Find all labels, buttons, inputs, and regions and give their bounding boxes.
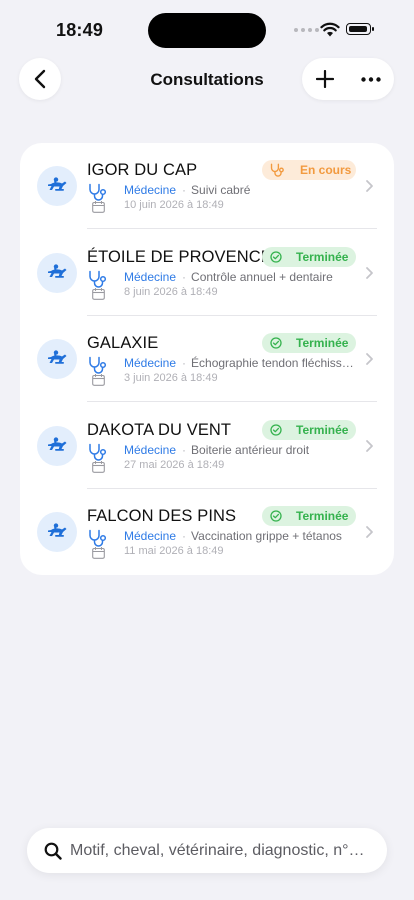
more-options-button[interactable] bbox=[348, 58, 394, 100]
checkmark-circle-icon bbox=[270, 335, 282, 351]
status-badge: Terminée bbox=[262, 246, 356, 267]
consultation-row[interactable]: ÉTOILE DE PROVENCE Terminée Médecine · C… bbox=[20, 230, 394, 316]
consultation-date: 8 juin 2026 à 18:49 bbox=[124, 285, 218, 298]
consultation-row[interactable]: IGOR DU CAP En cours Médecine · Suivi ca… bbox=[20, 143, 394, 229]
consultation-type: Médecine bbox=[124, 356, 177, 371]
status-badge: Terminée bbox=[262, 419, 356, 440]
chevron-right-icon bbox=[366, 180, 373, 192]
consultation-row[interactable]: FALCON DES PINS Terminée Médecine · Vacc… bbox=[20, 489, 394, 575]
chevron-right-icon bbox=[366, 266, 373, 279]
horse-rider-icon bbox=[37, 512, 77, 553]
consultation-motif: Vaccination grippe + tétanos bbox=[191, 529, 342, 544]
calendar-icon bbox=[92, 547, 105, 560]
calendar-icon bbox=[92, 374, 105, 387]
cellular-signal-icon bbox=[294, 28, 319, 32]
checkmark-circle-icon bbox=[270, 508, 282, 524]
checkmark-circle-icon bbox=[270, 249, 282, 265]
calendar-icon bbox=[92, 287, 105, 300]
checkmark-circle-icon bbox=[270, 422, 282, 438]
chevron-right-icon bbox=[366, 526, 373, 539]
status-badge: Terminée bbox=[262, 506, 356, 527]
consultation-date: 3 juin 2026 à 18:49 bbox=[124, 372, 218, 385]
search-input[interactable] bbox=[70, 828, 375, 873]
dynamic-island bbox=[148, 13, 266, 48]
consultation-motif: Échographie tendon fléchiss… bbox=[191, 356, 354, 371]
meta-separator: · bbox=[182, 442, 187, 457]
meta-separator: · bbox=[182, 356, 187, 371]
consultation-date: 27 mai 2026 à 18:49 bbox=[124, 458, 225, 471]
horse-name: DAKOTA DU VENT bbox=[87, 420, 232, 439]
consultation-type: Médecine bbox=[124, 442, 177, 457]
horse-rider-icon bbox=[37, 339, 77, 380]
plus-icon bbox=[316, 70, 334, 88]
stethoscope-icon bbox=[89, 530, 107, 548]
consultation-type: Médecine bbox=[124, 183, 177, 197]
chevron-right-icon bbox=[366, 353, 373, 366]
wifi-icon bbox=[320, 22, 340, 37]
horse-rider-icon bbox=[37, 425, 77, 466]
calendar-icon bbox=[92, 460, 105, 473]
status-bar: 18:49 bbox=[0, 0, 414, 60]
consultation-type: Médecine bbox=[124, 269, 177, 284]
status-label: Terminée bbox=[296, 336, 349, 351]
nav-actions-group bbox=[302, 58, 394, 100]
status-label: Terminée bbox=[296, 509, 349, 524]
consultation-type: Médecine bbox=[124, 529, 177, 544]
horse-rider-icon bbox=[37, 252, 77, 293]
search-bar bbox=[27, 828, 387, 873]
meta-separator: · bbox=[182, 183, 187, 197]
add-consultation-button[interactable] bbox=[302, 58, 348, 100]
meta-separator: · bbox=[182, 269, 187, 284]
calendar-icon bbox=[92, 201, 105, 213]
battery-icon bbox=[346, 23, 374, 35]
status-label: Terminée bbox=[296, 249, 349, 264]
consultation-row[interactable]: DAKOTA DU VENT Terminée Médecine · Boite… bbox=[20, 403, 394, 489]
consultation-date: 10 juin 2026 à 18:49 bbox=[124, 199, 224, 211]
consultation-motif: Suivi cabré bbox=[191, 183, 251, 197]
ellipsis-icon bbox=[361, 76, 381, 82]
consultation-date: 11 mai 2026 à 18:49 bbox=[124, 545, 224, 558]
consultation-list: IGOR DU CAP En cours Médecine · Suivi ca… bbox=[20, 143, 394, 575]
consultation-motif: Boiterie antérieur droit bbox=[191, 442, 310, 457]
horse-name: FALCON DES PINS bbox=[87, 507, 237, 526]
stethoscope-icon bbox=[89, 443, 107, 461]
horse-name: ÉTOILE DE PROVENCE bbox=[87, 247, 272, 266]
consultation-row[interactable]: GALAXIE Terminée Médecine · Échographie … bbox=[20, 316, 394, 403]
status-badge: En cours bbox=[262, 160, 356, 180]
status-time: 18:49 bbox=[56, 20, 104, 40]
stethoscope-icon bbox=[270, 162, 286, 178]
status-label: En cours bbox=[300, 163, 352, 177]
stethoscope-icon bbox=[89, 356, 107, 374]
stethoscope-icon bbox=[89, 183, 107, 201]
status-label: Terminée bbox=[296, 422, 349, 437]
horse-rider-icon bbox=[37, 166, 77, 206]
search-icon bbox=[44, 842, 62, 860]
meta-separator: · bbox=[182, 529, 187, 544]
consultation-motif: Contrôle annuel + dentaire bbox=[191, 269, 333, 284]
stethoscope-icon bbox=[89, 270, 107, 288]
horse-name: GALAXIE bbox=[87, 334, 159, 353]
horse-name: IGOR DU CAP bbox=[87, 161, 198, 179]
status-badge: Terminée bbox=[262, 333, 356, 354]
chevron-right-icon bbox=[366, 439, 373, 452]
